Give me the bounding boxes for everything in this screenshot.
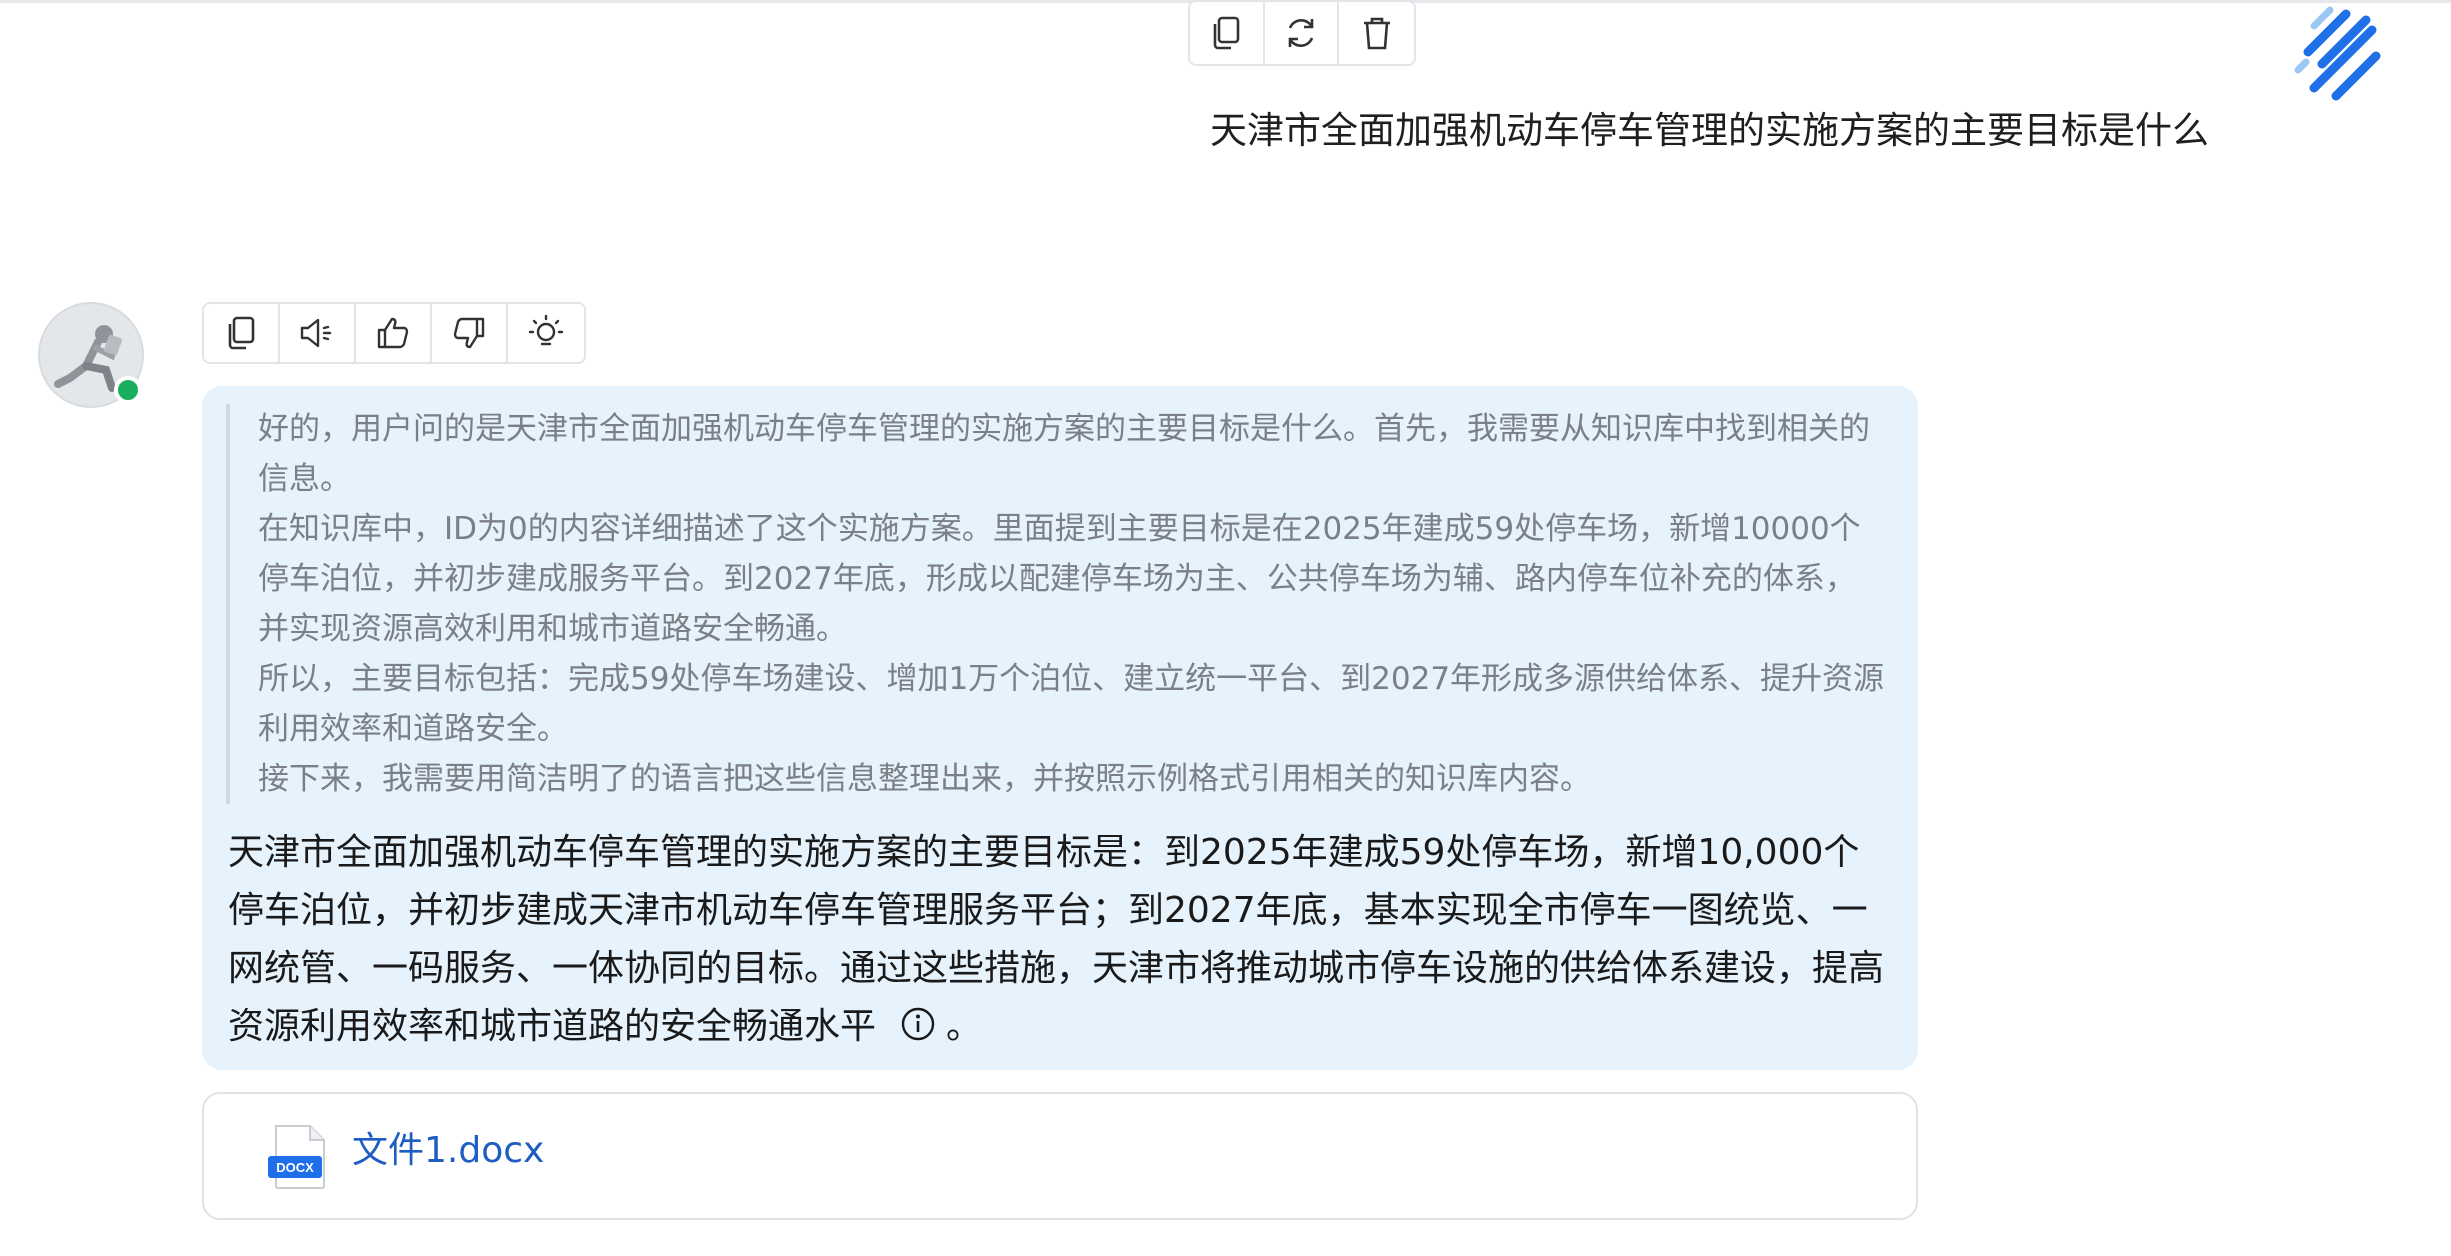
reasoning-paragraph: 接下来，我需要用简洁明了的语言把这些信息整理出来，并按照示例格式引用相关的知识库…: [258, 761, 1591, 797]
read-aloud-button[interactable]: [280, 304, 356, 362]
reasoning-block: 好的，用户问的是天津市全面加强机动车停车管理的实施方案的主要目标是什么。首先，我…: [226, 404, 1886, 804]
thumbs-down-icon: [453, 317, 485, 349]
reasoning-paragraph: 好的，用户问的是天津市全面加强机动车停车管理的实施方案的主要目标是什么。首先，我…: [258, 411, 1870, 497]
answer-end-punctuation: 。: [946, 1006, 983, 1047]
lightbulb-icon: [528, 314, 564, 346]
user-message: 天津市全面加强机动车停车管理的实施方案的主要目标是什么: [1210, 109, 2209, 152]
delete-button[interactable]: [1339, 2, 1414, 64]
insight-button[interactable]: [508, 304, 584, 362]
online-status-indicator: [114, 376, 142, 404]
user-message-toolbar: [1188, 0, 1416, 66]
thumbs-up-icon: [377, 317, 409, 349]
info-icon[interactable]: [900, 1006, 936, 1042]
copy-icon: [228, 316, 255, 350]
regenerate-button[interactable]: [1265, 2, 1340, 64]
speaker-icon: [300, 318, 332, 348]
bot-avatar: [38, 302, 144, 408]
file-type-badge: DOCX: [276, 1160, 314, 1175]
docx-file-icon: DOCX: [268, 1125, 325, 1189]
reasoning-paragraph: 所以，主要目标包括：完成59处停车场建设、增加1万个泊位、建立统一平台、到202…: [258, 661, 1885, 747]
refresh-icon: [1288, 18, 1314, 48]
copy-button[interactable]: [1190, 2, 1265, 64]
trash-icon: [1363, 17, 1390, 50]
copy-answer-button[interactable]: [204, 304, 280, 362]
bot-message-toolbar: [202, 302, 586, 364]
dislike-button[interactable]: [432, 304, 508, 362]
answer-text: 天津市全面加强机动车停车管理的实施方案的主要目标是：到2025年建成59处停车场…: [228, 824, 1888, 1056]
like-button[interactable]: [356, 304, 432, 362]
user-avatar: [2294, 6, 2381, 101]
file-attachment-card[interactable]: DOCX 文件1.docx: [202, 1092, 1918, 1220]
reasoning-paragraph: 在知识库中，ID为0的内容详细描述了这个实施方案。里面提到主要目标是在2025年…: [258, 511, 1861, 647]
answer-body: 天津市全面加强机动车停车管理的实施方案的主要目标是：到2025年建成59处停车场…: [228, 832, 1885, 1047]
file-name-link[interactable]: 文件1.docx: [352, 1126, 544, 1176]
answer-bubble: 好的，用户问的是天津市全面加强机动车停车管理的实施方案的主要目标是什么。首先，我…: [202, 386, 1918, 1070]
copy-icon: [1214, 16, 1240, 50]
